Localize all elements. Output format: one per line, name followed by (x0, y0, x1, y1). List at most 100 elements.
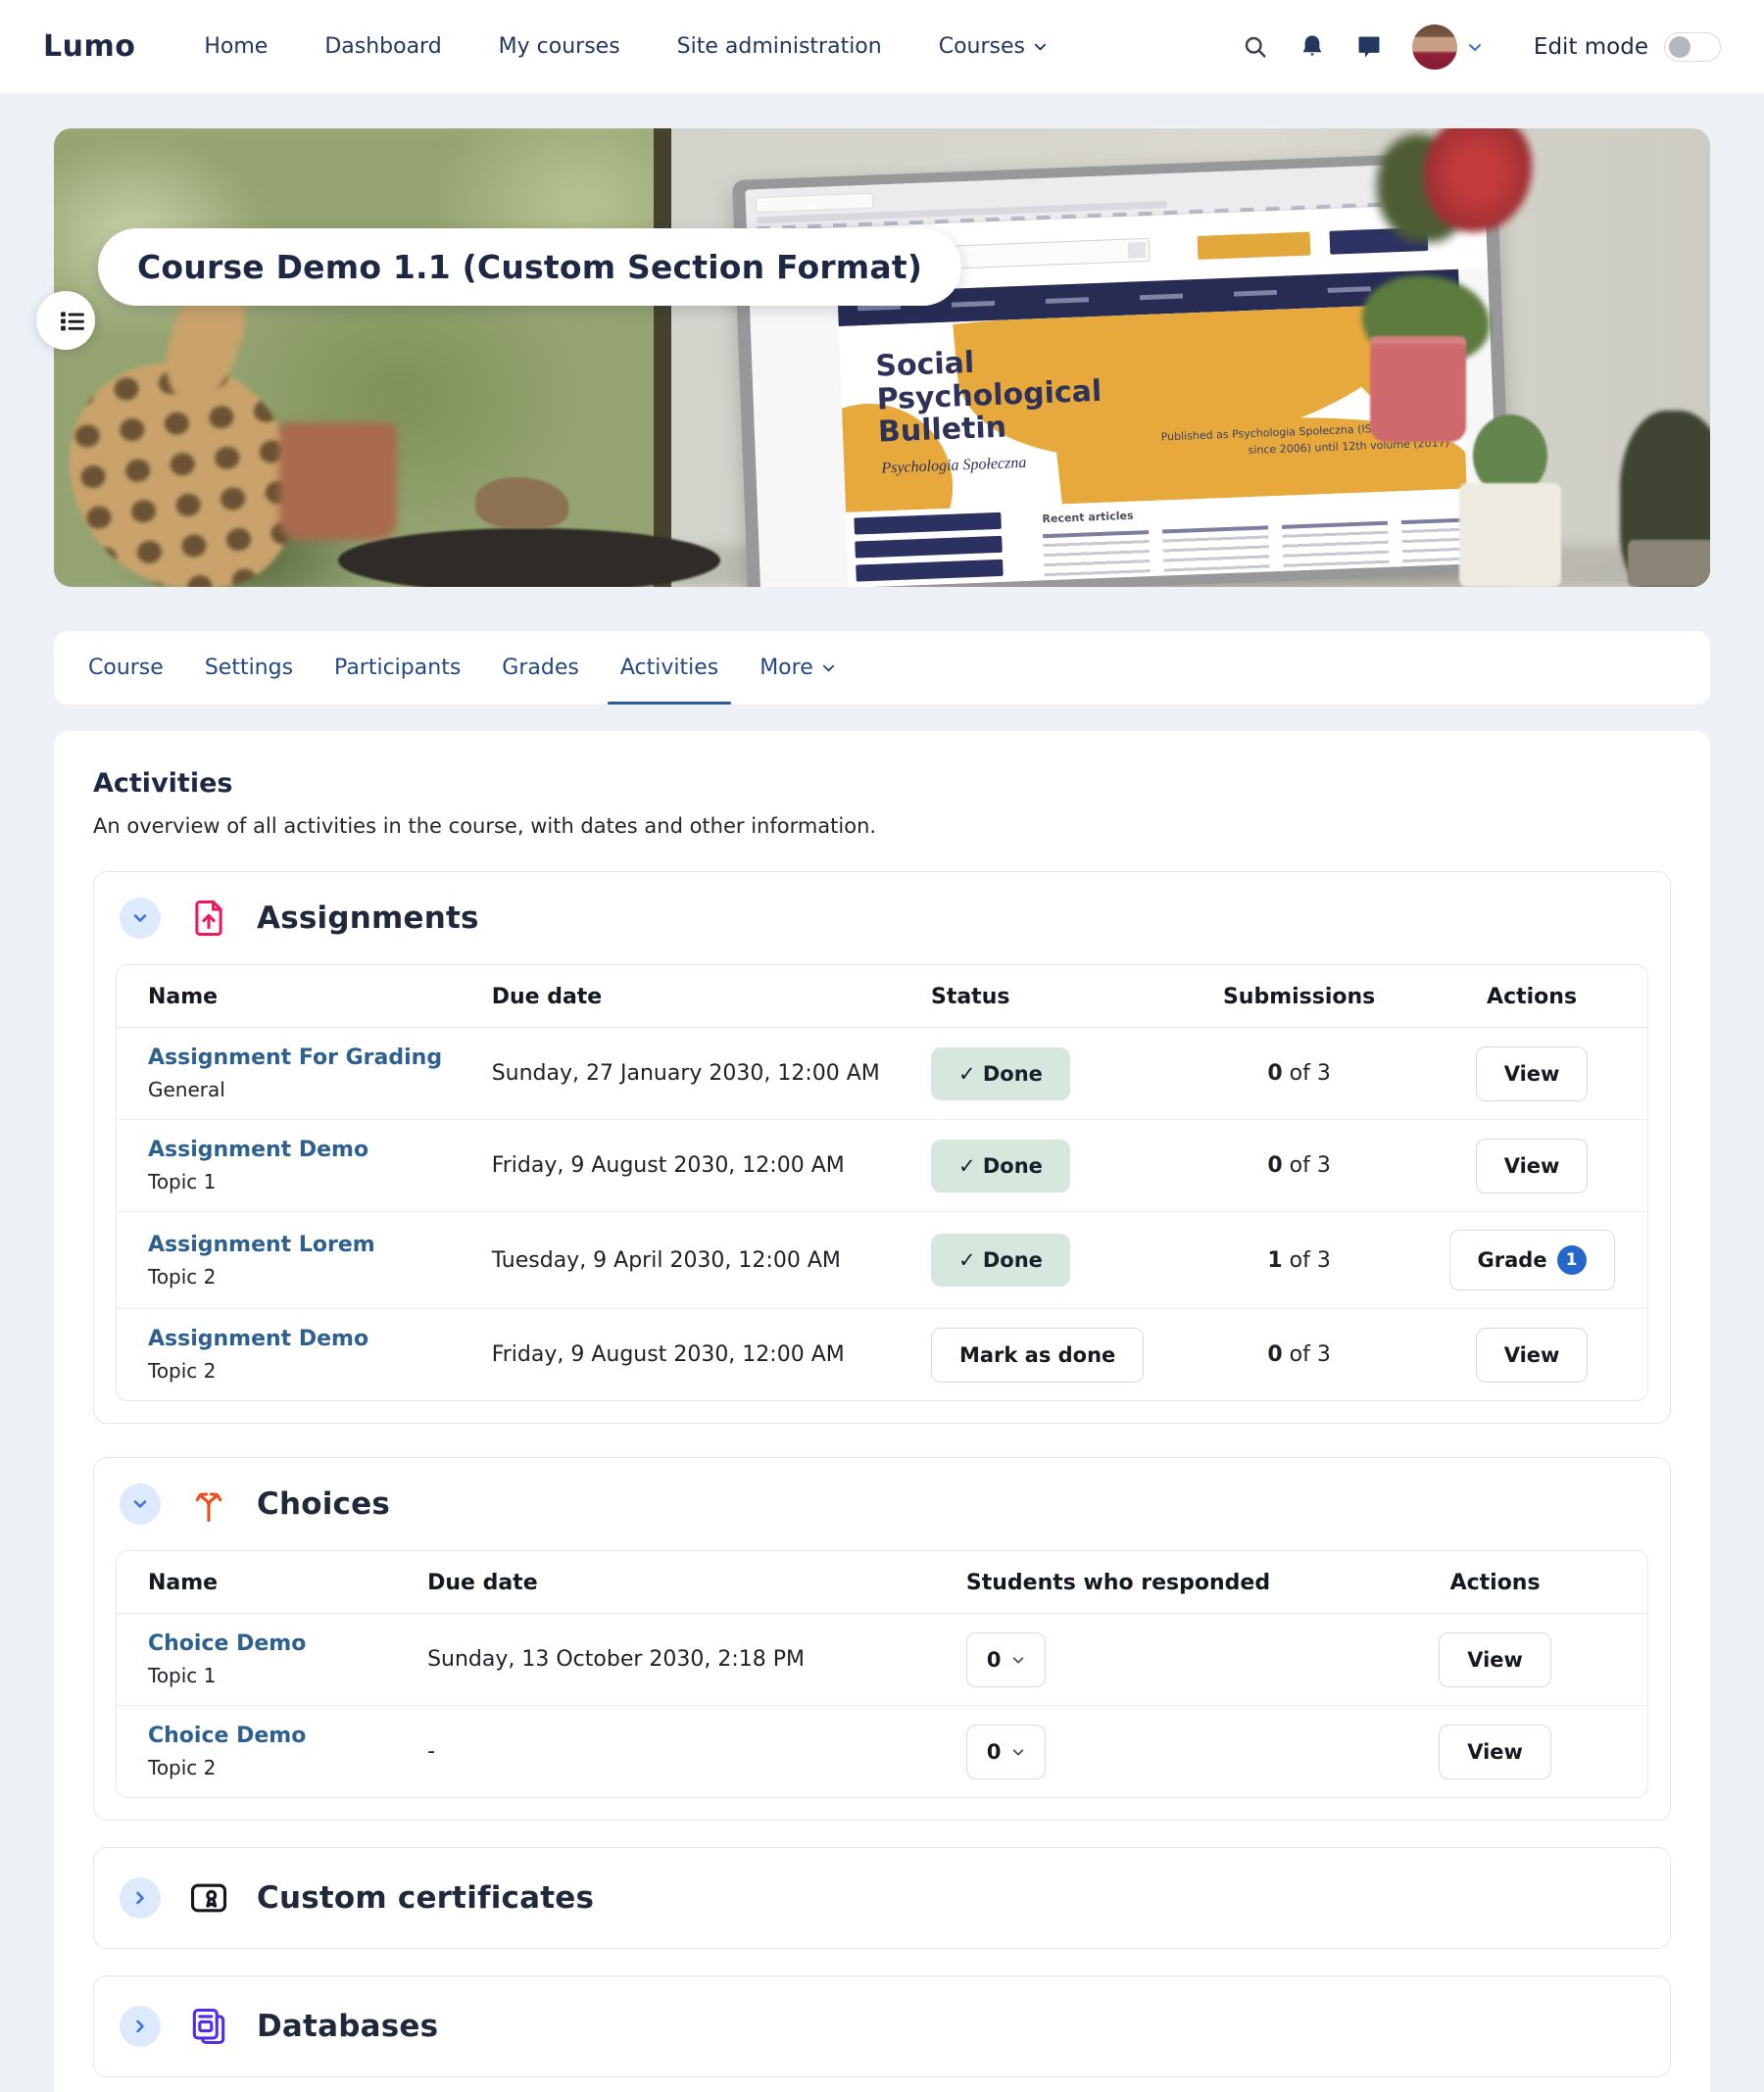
section-title-choices: Choices (257, 1486, 390, 1522)
submissions-count: 0 of 3 (1267, 1342, 1331, 1367)
navbar-right: Edit mode (1242, 24, 1721, 70)
collapse-choices-button[interactable] (120, 1484, 161, 1525)
nav-item-dashboard[interactable]: Dashboard (324, 34, 441, 59)
user-menu-chevron-icon[interactable] (1467, 39, 1483, 55)
activity-name-link[interactable]: Assignment Demo (148, 1327, 368, 1351)
app-logo[interactable]: Lumo (43, 29, 135, 64)
col-due-date: Due date (492, 965, 931, 1028)
due-date: - (427, 1739, 435, 1764)
view-button[interactable]: View (1476, 1139, 1589, 1193)
expand-custom-certificates-button[interactable] (120, 1877, 161, 1919)
grade-button[interactable]: Grade1 (1449, 1230, 1615, 1290)
section-choices: Choices Name Due date Students who respo… (93, 1457, 1671, 1821)
nav-item-my-courses[interactable]: My courses (499, 34, 620, 59)
table-row: Choice Demo Topic 2 - 0 View (117, 1706, 1647, 1798)
activity-topic: Topic 1 (148, 1170, 492, 1193)
responses-dropdown[interactable]: 0 (966, 1725, 1046, 1779)
due-date: Friday, 9 August 2030, 12:00 AM (492, 1153, 845, 1178)
section-title-databases: Databases (257, 2009, 438, 2044)
course-header-image: gical Social Psychological Bulletin Psyc… (54, 128, 1710, 587)
chevron-down-icon (130, 908, 150, 928)
view-button[interactable]: View (1439, 1725, 1551, 1779)
chevron-right-icon (130, 2017, 150, 2036)
col-actions: Actions (1416, 965, 1647, 1028)
col-submissions: Submissions (1182, 965, 1416, 1028)
list-icon (60, 308, 85, 333)
responses-dropdown[interactable]: 0 (966, 1632, 1046, 1687)
view-button[interactable]: View (1476, 1328, 1589, 1383)
tab-grades[interactable]: Grades (481, 631, 600, 705)
activity-topic: Topic 2 (148, 1265, 492, 1289)
nav-item-site-administration[interactable]: Site administration (677, 34, 882, 59)
col-due-date: Due date (427, 1551, 966, 1614)
chevron-down-icon (1011, 1745, 1025, 1759)
submissions-count: 1 of 3 (1267, 1248, 1331, 1273)
table-row: Assignment Demo Topic 1 Friday, 9 August… (117, 1120, 1647, 1212)
bowl (338, 528, 720, 587)
col-students-responded: Students who responded (966, 1551, 1343, 1614)
activity-name-link[interactable]: Assignment Lorem (148, 1233, 375, 1257)
activity-name-link[interactable]: Assignment For Grading (148, 1046, 442, 1070)
messages-icon[interactable] (1355, 33, 1383, 61)
choices-table: Name Due date Students who responded Act… (117, 1551, 1647, 1797)
notifications-icon[interactable] (1298, 33, 1326, 61)
tab-settings[interactable]: Settings (184, 631, 314, 705)
tab-more[interactable]: More (739, 631, 857, 705)
activity-name-link[interactable]: Assignment Demo (148, 1138, 368, 1162)
white-pot (1459, 483, 1561, 587)
chevron-down-icon (1033, 39, 1048, 54)
status-done-badge: ✓ Done (931, 1234, 1070, 1287)
col-name: Name (117, 1551, 427, 1614)
edit-mode-toggle[interactable] (1664, 32, 1721, 62)
expand-databases-button[interactable] (120, 2006, 161, 2047)
chevron-down-icon (130, 1494, 150, 1514)
col-actions: Actions (1343, 1551, 1647, 1614)
course-title: Course Demo 1.1 (Custom Section Format) (98, 228, 961, 306)
tab-activities[interactable]: Activities (600, 631, 739, 705)
tab-course[interactable]: Course (68, 631, 184, 705)
assignments-table: Name Due date Status Submissions Actions… (117, 965, 1647, 1400)
view-button[interactable]: View (1439, 1632, 1551, 1687)
database-icon (186, 2004, 231, 2049)
nav-item-courses-menu[interactable]: Courses (939, 34, 1048, 59)
table-row: Assignment For Grading General Sunday, 2… (117, 1028, 1647, 1120)
collapse-assignments-button[interactable] (120, 898, 161, 939)
status-done-badge: ✓ Done (931, 1140, 1070, 1192)
chevron-right-icon (130, 1888, 150, 1908)
toggle-knob (1669, 36, 1690, 58)
col-status: Status (931, 965, 1182, 1028)
activity-name-link[interactable]: Choice Demo (148, 1631, 306, 1656)
needs-grading-count: 1 (1557, 1245, 1587, 1275)
col-name: Name (117, 965, 492, 1028)
table-row: Assignment Lorem Topic 2 Tuesday, 9 Apri… (117, 1212, 1647, 1309)
page-title: Activities (93, 768, 1671, 799)
activity-name-link[interactable]: Choice Demo (148, 1724, 306, 1748)
edit-mode-label: Edit mode (1534, 34, 1648, 60)
due-date: Sunday, 27 January 2030, 12:00 AM (492, 1061, 880, 1086)
nav-item-home[interactable]: Home (204, 34, 268, 59)
section-title-assignments: Assignments (257, 900, 479, 936)
activities-report: Activities An overview of all activities… (54, 731, 1710, 2092)
choice-icon (186, 1482, 231, 1527)
primary-nav: Home Dashboard My courses Site administr… (204, 34, 1048, 59)
course-index-drawer-button[interactable] (36, 291, 95, 350)
activity-topic: Topic 2 (148, 1359, 492, 1383)
mark-as-done-button[interactable]: Mark as done (931, 1328, 1144, 1383)
due-date: Tuesday, 9 April 2030, 12:00 AM (492, 1248, 841, 1273)
due-date: Sunday, 13 October 2030, 2:18 PM (427, 1647, 805, 1672)
view-button[interactable]: View (1476, 1046, 1589, 1101)
pink-pot (1370, 336, 1466, 442)
tab-participants[interactable]: Participants (314, 631, 481, 705)
status-done-badge: ✓ Done (931, 1047, 1070, 1100)
table-row: Choice Demo Topic 1 Sunday, 13 October 2… (117, 1614, 1647, 1706)
table-row: Assignment Demo Topic 2 Friday, 9 August… (117, 1309, 1647, 1401)
page-description: An overview of all activities in the cou… (93, 814, 1671, 838)
avatar[interactable] (1412, 24, 1457, 70)
due-date: Friday, 9 August 2030, 12:00 AM (492, 1342, 845, 1367)
chevron-down-icon (1011, 1653, 1025, 1667)
terracotta-pot (279, 422, 397, 540)
search-icon[interactable] (1242, 33, 1269, 61)
section-title-custom-certificates: Custom certificates (257, 1880, 594, 1916)
activity-topic: Topic 2 (148, 1756, 427, 1779)
activity-topic: General (148, 1078, 492, 1101)
